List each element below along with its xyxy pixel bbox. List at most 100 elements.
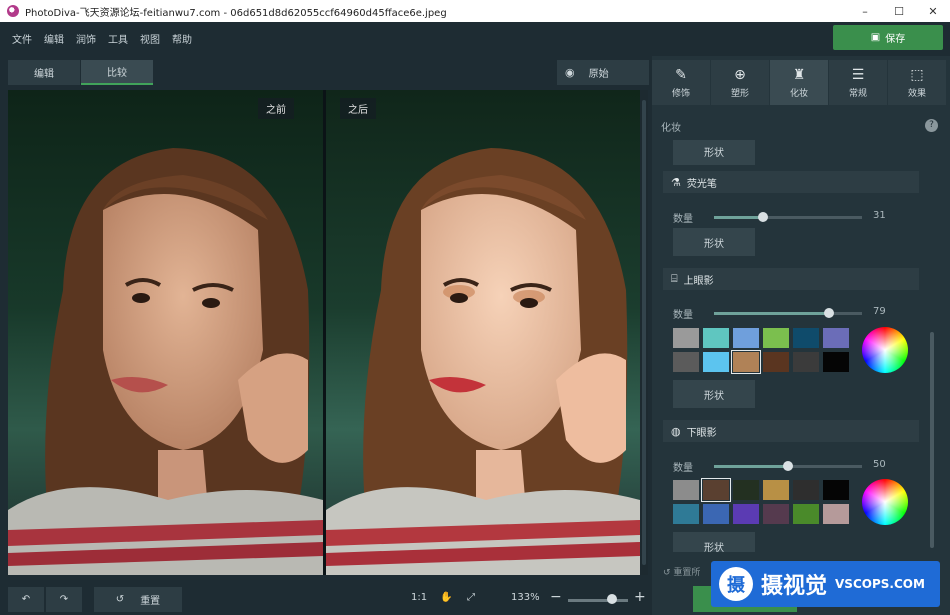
- panel-scrollbar[interactable]: [929, 144, 935, 548]
- lower-shadow-slider[interactable]: [714, 461, 862, 471]
- hand-tool-icon[interactable]: ✋: [440, 592, 452, 603]
- highlighter-slider[interactable]: [714, 212, 862, 222]
- color-swatch[interactable]: [731, 350, 761, 374]
- redo-button[interactable]: ↷: [46, 587, 82, 612]
- color-swatch[interactable]: [793, 504, 819, 524]
- color-swatch[interactable]: [703, 504, 729, 524]
- after-image: [326, 90, 640, 575]
- menu-tools[interactable]: 工具: [108, 31, 128, 46]
- bottom-bar: ↶ ↷ ↺ 重置 1:1 ✋ ⤢ 133% − +: [0, 584, 650, 615]
- lower-shadow-group[interactable]: ◍ 下眼影: [663, 420, 919, 442]
- menu-retouch[interactable]: 润饰: [76, 31, 96, 46]
- photodiva-app: PhotoDiva-飞天资源论坛-feitianwu7.com - 06d651…: [0, 0, 950, 615]
- tab-label: 化妆: [789, 88, 808, 99]
- highlighter-group[interactable]: ⚗ 荧光笔: [663, 171, 919, 193]
- before-label: 之前: [258, 98, 294, 119]
- lower-shadow-value: 50: [873, 459, 886, 470]
- zoom-slider[interactable]: [568, 599, 628, 602]
- upper-shadow-slider[interactable]: [714, 308, 862, 318]
- after-label: 之后: [340, 98, 376, 119]
- slider-knob[interactable]: [757, 212, 768, 222]
- reset-label: 重置: [140, 596, 161, 607]
- watermark: 摄 摄视觉 VSCOPS.COM: [711, 561, 940, 607]
- reset-button[interactable]: ↺ 重置: [94, 587, 182, 612]
- tab-general[interactable]: ☰ 常规: [829, 60, 887, 105]
- zoom-1-1-button[interactable]: 1:1: [411, 592, 427, 603]
- shape-button[interactable]: 形状: [673, 380, 755, 408]
- close-button[interactable]: ✕: [916, 5, 950, 18]
- color-wheel-button[interactable]: [862, 479, 908, 525]
- save-button[interactable]: ▣ 保存: [833, 25, 943, 50]
- eye-shadow-icon: ⌸: [671, 272, 678, 285]
- menu-file[interactable]: 文件: [12, 31, 32, 46]
- color-swatch[interactable]: [673, 328, 699, 348]
- slider-knob[interactable]: [783, 461, 793, 471]
- color-swatch[interactable]: [703, 328, 729, 348]
- color-swatch[interactable]: [793, 352, 819, 372]
- group-title: 下眼影: [686, 427, 717, 439]
- original-label: 原始: [588, 69, 609, 80]
- slider-knob[interactable]: [824, 308, 835, 318]
- color-swatch[interactable]: [673, 352, 699, 372]
- quantity-label: 数量: [673, 214, 693, 225]
- maximize-button[interactable]: ☐: [882, 5, 916, 18]
- reset-icon: ↺: [663, 568, 674, 578]
- color-swatch[interactable]: [763, 480, 789, 500]
- original-button[interactable]: ◉ 原始: [557, 60, 649, 85]
- color-swatch[interactable]: [793, 328, 819, 348]
- floppy-disk-icon: ▣: [870, 32, 881, 43]
- view-toolbar: 编辑 比较: [8, 60, 154, 85]
- tab-effects[interactable]: ⬚ 效果: [888, 60, 946, 105]
- minimize-button[interactable]: –: [848, 5, 882, 18]
- color-swatch[interactable]: [823, 352, 849, 372]
- tab-shape[interactable]: ⊕ 塑形: [711, 60, 769, 105]
- save-label: 保存: [885, 34, 906, 45]
- menu-edit[interactable]: 编辑: [44, 31, 64, 46]
- fit-screen-icon[interactable]: ⤢: [467, 592, 475, 603]
- shape-button[interactable]: 形状: [673, 228, 755, 256]
- watermark-text: 摄视觉: [761, 574, 828, 599]
- help-icon[interactable]: ?: [925, 119, 938, 132]
- color-swatch[interactable]: [763, 328, 789, 348]
- tab-retouch[interactable]: ✎ 修饰: [652, 60, 710, 105]
- shape-button[interactable]: 形状: [673, 140, 755, 165]
- color-swatch[interactable]: [823, 504, 849, 524]
- app-logo-icon: [7, 5, 19, 17]
- color-swatch[interactable]: [733, 504, 759, 524]
- undo-button[interactable]: ↶: [8, 587, 44, 612]
- section-title: 化妆: [661, 123, 681, 134]
- reset-all-link[interactable]: ↺ 重置所: [663, 565, 700, 578]
- photo-canvas[interactable]: 之前 之后: [8, 90, 648, 575]
- color-wheel-button[interactable]: [862, 327, 908, 373]
- zoom-out-button[interactable]: −: [550, 589, 562, 605]
- shape-button[interactable]: 形状: [673, 532, 755, 552]
- color-swatch[interactable]: [793, 480, 819, 500]
- watermark-domain: VSCOPS.COM: [835, 577, 925, 591]
- color-swatch[interactable]: [701, 478, 731, 502]
- tool-tabs: ✎ 修饰 ⊕ 塑形 ♜ 化妆 ☰ 常规 ⬚ 效果: [652, 60, 950, 105]
- color-swatch[interactable]: [673, 504, 699, 524]
- color-swatch[interactable]: [823, 480, 849, 500]
- color-swatch[interactable]: [763, 504, 789, 524]
- color-swatch[interactable]: [823, 328, 849, 348]
- menu-help[interactable]: 帮助: [172, 31, 192, 46]
- zoom-slider-knob[interactable]: [607, 594, 617, 604]
- color-swatch[interactable]: [703, 352, 729, 372]
- highlighter-value: 31: [873, 210, 886, 221]
- compare-view-button[interactable]: 比较: [81, 60, 153, 85]
- color-swatch[interactable]: [673, 480, 699, 500]
- zoom-value: 133%: [511, 592, 540, 603]
- zoom-in-button[interactable]: +: [634, 589, 646, 605]
- color-swatch[interactable]: [733, 480, 759, 500]
- quantity-label: 数量: [673, 310, 693, 321]
- menu-view[interactable]: 视图: [140, 31, 160, 46]
- tools-panel: ✎ 修饰 ⊕ 塑形 ♜ 化妆 ☰ 常规 ⬚ 效果 化妆 ? 形状 ⚗ 荧光笔 数…: [652, 56, 950, 615]
- upper-shadow-group[interactable]: ⌸ 上眼影: [663, 268, 919, 290]
- reset-all-label: 重置所: [673, 568, 701, 578]
- tab-makeup[interactable]: ♜ 化妆: [770, 60, 828, 105]
- color-swatch[interactable]: [733, 328, 759, 348]
- edit-view-button[interactable]: 编辑: [8, 60, 80, 85]
- shape-icon: ⊕: [734, 66, 746, 83]
- canvas-vertical-scrollbar[interactable]: [640, 90, 648, 575]
- color-swatch[interactable]: [763, 352, 789, 372]
